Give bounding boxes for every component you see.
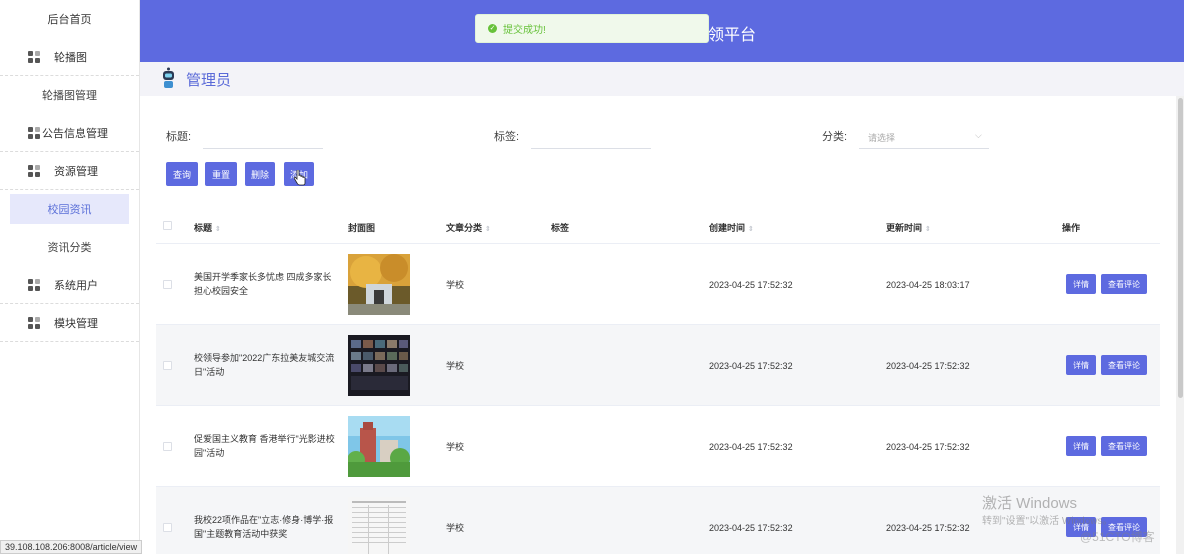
column-header-updated[interactable]: 更新时间 ⇕ <box>886 221 931 234</box>
select-all-checkbox[interactable] <box>163 221 172 230</box>
row-checkbox[interactable] <box>163 280 172 289</box>
column-header-category[interactable]: 文章分类 ⇕ <box>446 221 491 234</box>
sidebar-home-label: 后台首页 <box>47 14 92 26</box>
sidebar-item-resources[interactable]: 资源管理 <box>0 152 139 190</box>
title-filter-label: 标题: <box>166 131 192 143</box>
detail-button[interactable]: 详情 <box>1066 274 1096 294</box>
blog-watermark: @51CTO博客 <box>1080 530 1155 544</box>
table-row: 校领导参加"2022广东拉美友城交流日"活动 学校 2023-04-25 17:… <box>156 325 1160 406</box>
sidebar-item-announcements[interactable]: 公告信息管理 <box>0 114 139 152</box>
category-select[interactable] <box>859 148 989 149</box>
chevron-down-icon[interactable]: ⌵ <box>975 130 982 141</box>
query-button[interactable]: 查询 <box>166 162 198 186</box>
sidebar-item-label: 公告信息管理 <box>42 127 108 140</box>
hand-cursor-icon <box>294 170 306 186</box>
cover-image <box>348 497 410 554</box>
row-created: 2023-04-25 17:52:32 <box>709 442 793 452</box>
sidebar-item-label: 资讯分类 <box>47 242 92 254</box>
tag-filter-input[interactable] <box>531 148 651 149</box>
sidebar: 后台首页 轮播图 轮播图管理 公告信息管理 资源管理 校园资讯 资讯分类 系统用… <box>0 0 140 554</box>
row-title: 美国开学季家长多忧虑 四成多家长担心校园安全 <box>194 272 332 296</box>
view-comments-button[interactable]: 查看评论 <box>1101 274 1147 294</box>
row-checkbox[interactable] <box>163 442 172 451</box>
row-title: 我校22项作品在"立志·修身·博学·报国"主题教育活动中获奖 <box>194 515 334 539</box>
robot-avatar-icon <box>163 67 174 88</box>
page-header: 管理员 <box>140 62 1184 96</box>
activate-windows-subtitle: 转到"设置"以激活 Windows。 <box>982 516 1113 527</box>
title-filter-input[interactable] <box>203 148 323 149</box>
sidebar-item-label: 轮播图 <box>54 51 87 64</box>
column-header-created[interactable]: 创建时间 ⇕ <box>709 221 754 234</box>
sidebar-item-label: 轮播图管理 <box>42 90 97 102</box>
table-row: 美国开学季家长多忧虑 四成多家长担心校园安全 学校 2023-04-25 17:… <box>156 244 1160 325</box>
sidebar-subitem-campus-news[interactable]: 校园资讯 <box>0 190 139 228</box>
sidebar-item-carousel[interactable]: 轮播图 <box>0 38 139 76</box>
platform-title: 领平台 <box>708 27 757 44</box>
sidebar-subitem-news-category[interactable]: 资讯分类 <box>0 228 139 266</box>
column-header-title[interactable]: 标题 ⇕ <box>194 221 221 234</box>
row-category: 学校 <box>446 280 465 290</box>
detail-button[interactable]: 详情 <box>1066 436 1096 456</box>
row-created: 2023-04-25 17:52:32 <box>709 361 793 371</box>
success-toast: ✓ 提交成功! <box>475 14 709 43</box>
cover-image <box>348 335 410 396</box>
row-checkbox[interactable] <box>163 523 172 532</box>
sidebar-subitem-carousel-manage[interactable]: 轮播图管理 <box>0 76 139 114</box>
cover-image <box>348 254 410 315</box>
row-created: 2023-04-25 17:52:32 <box>709 523 793 533</box>
activate-windows-title: 激活 Windows <box>982 495 1078 512</box>
toast-message: 提交成功! <box>503 25 546 36</box>
row-updated: 2023-04-25 18:03:17 <box>886 280 970 290</box>
column-header-cover: 封面图 <box>348 223 376 233</box>
reset-button[interactable]: 重置 <box>205 162 237 186</box>
tag-filter-label: 标签: <box>494 131 520 143</box>
table-row: 促爱国主义教育 香港举行"光影进校园"活动 学校 2023-04-25 17:5… <box>156 406 1160 487</box>
row-category: 学校 <box>446 361 465 371</box>
view-comments-button[interactable]: 查看评论 <box>1101 355 1147 375</box>
sidebar-item-label: 模块管理 <box>54 317 98 330</box>
status-url: 39.108.108.206:8008/article/view <box>0 540 143 554</box>
check-circle-icon: ✓ <box>488 24 497 33</box>
view-comments-button[interactable]: 查看评论 <box>1101 436 1147 456</box>
grid-icon <box>28 164 40 177</box>
grid-icon <box>28 50 40 63</box>
row-title: 促爱国主义教育 香港举行"光影进校园"活动 <box>194 434 335 458</box>
table-header: 标题 ⇕ 封面图 文章分类 ⇕ 标签 创建时间 ⇕ 更新时间 ⇕ 操作 <box>156 208 1160 244</box>
delete-button[interactable]: 删除 <box>245 162 275 186</box>
header-label: 创建时间 <box>709 223 746 233</box>
page-title: 管理员 <box>186 72 232 89</box>
sort-icon[interactable]: ⇕ <box>748 226 754 233</box>
sort-icon[interactable]: ⇕ <box>485 226 491 233</box>
scrollbar-thumb[interactable] <box>1178 98 1183 398</box>
row-updated: 2023-04-25 17:52:32 <box>886 442 970 452</box>
sidebar-item-home[interactable]: 后台首页 <box>0 0 139 38</box>
grid-icon <box>28 316 40 329</box>
row-title: 校领导参加"2022广东拉美友城交流日"活动 <box>194 353 335 377</box>
sidebar-item-label: 系统用户 <box>54 279 98 292</box>
sidebar-item-label: 校园资讯 <box>10 194 129 224</box>
category-filter-label: 分类: <box>822 131 848 143</box>
header-label: 更新时间 <box>886 223 923 233</box>
grid-icon <box>28 126 40 139</box>
header-label: 文章分类 <box>446 223 483 233</box>
row-category: 学校 <box>446 523 465 533</box>
column-header-tags: 标签 <box>551 223 570 233</box>
sidebar-item-label: 资源管理 <box>54 165 98 178</box>
sort-icon[interactable]: ⇕ <box>925 226 931 233</box>
row-updated: 2023-04-25 17:52:32 <box>886 523 970 533</box>
sidebar-item-system-users[interactable]: 系统用户 <box>0 266 139 304</box>
detail-button[interactable]: 详情 <box>1066 355 1096 375</box>
sort-icon[interactable]: ⇕ <box>215 226 221 233</box>
category-select-placeholder[interactable]: 请选择 <box>868 131 895 144</box>
header-label: 标题 <box>194 223 213 233</box>
row-checkbox[interactable] <box>163 361 172 370</box>
sidebar-item-modules[interactable]: 模块管理 <box>0 304 139 342</box>
cover-image <box>348 416 410 477</box>
grid-icon <box>28 278 40 291</box>
row-category: 学校 <box>446 442 465 452</box>
column-header-actions: 操作 <box>1062 223 1081 233</box>
row-updated: 2023-04-25 17:52:32 <box>886 361 970 371</box>
row-created: 2023-04-25 17:52:32 <box>709 280 793 290</box>
